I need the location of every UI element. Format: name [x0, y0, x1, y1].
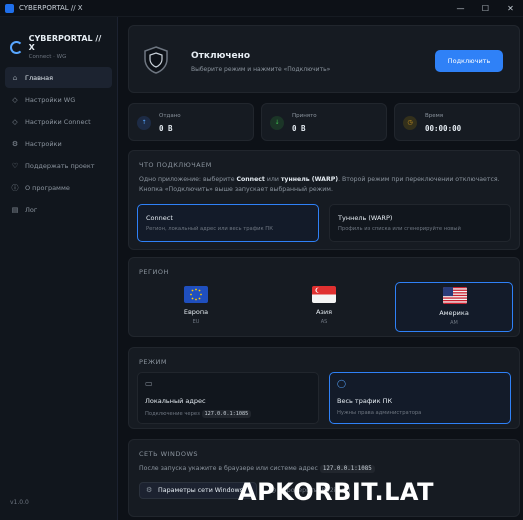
- option-connect[interactable]: Connect Регион, локальный адрес или весь…: [137, 204, 319, 242]
- us-flag-icon: [443, 287, 467, 304]
- nav-item-settings[interactable]: ⚙ Настройки: [5, 133, 112, 154]
- doc-icon: ▤: [11, 205, 19, 214]
- nav-item-label: Настройки: [25, 139, 62, 148]
- mode-local-address[interactable]: ▭ Локальный адрес Подключение через 127.…: [137, 372, 319, 424]
- main-content: Отключено Выберите режим и нажмите «Подк…: [118, 17, 523, 520]
- option-subtitle: Регион, локальный адрес или весь трафик …: [146, 226, 273, 232]
- maximize-button[interactable]: ☐: [473, 0, 498, 17]
- nav-item-wg-settings[interactable]: ◇ Настройки WG: [5, 89, 112, 110]
- heart-icon: ♡: [11, 161, 19, 170]
- nav-item-about[interactable]: ⓘ О программе: [5, 177, 112, 198]
- window-title: CYBERPORTAL // X: [19, 4, 83, 12]
- connect-section: ЧТО ПОДКЛЮЧАЕМ Одно приложение: выберите…: [128, 150, 520, 250]
- region-asia[interactable]: Азия AS: [265, 282, 383, 332]
- shield-icon: ◇: [12, 117, 18, 126]
- section-title: ЧТО ПОДКЛЮЧАЕМ: [139, 161, 212, 169]
- region-america[interactable]: Америка AM: [395, 282, 513, 332]
- option-title: Connect: [146, 214, 173, 222]
- option-title: Туннель (WARP): [338, 214, 393, 222]
- nav-item-label: Настройки WG: [25, 95, 76, 104]
- nav-item-label: О программе: [25, 183, 70, 192]
- status-subtitle: Выберите режим и нажмите «Подключить»: [191, 66, 331, 73]
- nav-item-connect-settings[interactable]: ◇ Настройки Connect: [5, 111, 112, 132]
- home-icon: ⌂: [12, 73, 18, 82]
- region-code: AS: [320, 319, 328, 325]
- shield-icon: ◇: [12, 95, 18, 104]
- nav-item-label: Главная: [25, 73, 54, 82]
- nav-item-label: Настройки Connect: [25, 117, 91, 126]
- sidebar: CYBERPORTAL // X Connect · WG ⌂ Главная …: [0, 17, 118, 520]
- upload-icon: ↑: [137, 116, 151, 130]
- region-europe[interactable]: Европа EU: [137, 282, 255, 332]
- stat-sent: ↑ Отдано 0 B: [128, 103, 254, 141]
- section-description: Одно приложение: выберите Connect или ту…: [139, 176, 500, 193]
- proxy-address-code: 127.0.0.1:1085: [319, 465, 375, 473]
- brand-subtitle: Connect · WG: [28, 54, 67, 60]
- stat-time: ◷ Время 00:00:00: [394, 103, 520, 141]
- gear-icon: ⚙: [146, 486, 153, 494]
- stat-value: 00:00:00: [425, 124, 462, 133]
- option-tunnel-warp[interactable]: Туннель (WARP) Профиль из списка или сге…: [329, 204, 511, 242]
- status-card: Отключено Выберите режим и нажмите «Подк…: [128, 25, 520, 93]
- nav-item-label: Поддержать проект: [25, 161, 95, 170]
- close-button[interactable]: ✕: [498, 0, 523, 17]
- monitor-icon: ▭: [145, 379, 153, 388]
- section-title: СЕТЬ WINDOWS: [139, 450, 199, 458]
- mode-section: РЕЖИМ ▭ Локальный адрес Подключение чере…: [128, 347, 520, 429]
- region-code: AM: [450, 320, 458, 326]
- region-code: EU: [192, 319, 200, 325]
- local-address-code: 127.0.0.1:1085: [201, 410, 252, 418]
- connect-button[interactable]: Подключить: [435, 50, 503, 72]
- mode-title: Локальный адрес: [145, 397, 206, 405]
- section-title: РЕЖИМ: [139, 358, 167, 366]
- info-icon: ⓘ: [11, 183, 19, 192]
- brand-name: CYBERPORTAL // X: [28, 34, 102, 52]
- mode-all-traffic[interactable]: ◯ Весь трафик ПК Нужны права администрат…: [329, 372, 511, 424]
- eu-flag-icon: [184, 286, 208, 303]
- shield-icon: [144, 46, 168, 74]
- shield-icon: ◯: [337, 379, 346, 388]
- option-subtitle: Профиль из списка или сгенерируйте новый: [338, 226, 461, 232]
- sg-flag-icon: [312, 286, 336, 303]
- version-label: v1.0.0: [10, 499, 29, 506]
- region-name: Америка: [439, 309, 469, 317]
- mode-subtitle: Подключение через 127.0.0.1:1085: [145, 410, 252, 418]
- nav: ⌂ Главная ◇ Настройки WG ◇ Настройки Con…: [0, 67, 117, 220]
- nav-item-support[interactable]: ♡ Поддержать проект: [5, 155, 112, 176]
- windows-instruction: После запуска укажите в браузере или сис…: [139, 465, 375, 473]
- stat-value: 0 B: [159, 124, 173, 133]
- stat-received: ↓ Принято 0 B: [261, 103, 387, 141]
- brand: CYBERPORTAL // X Connect · WG: [0, 17, 117, 65]
- status-title: Отключено: [191, 51, 251, 61]
- stat-label: Время: [425, 113, 444, 119]
- clock-icon: ◷: [403, 116, 417, 130]
- app-icon: [5, 3, 14, 13]
- stat-label: Принято: [292, 113, 317, 119]
- mode-subtitle: Нужны права администратора: [337, 410, 422, 416]
- mode-title: Весь трафик ПК: [337, 397, 393, 405]
- minimize-button[interactable]: —: [448, 0, 473, 17]
- stat-label: Отдано: [159, 113, 181, 119]
- region-name: Европа: [183, 308, 209, 316]
- section-title: РЕГИОН: [139, 268, 169, 276]
- gear-icon: ⚙: [11, 139, 19, 148]
- nav-item-log[interactable]: ▤ Лог: [5, 199, 112, 220]
- nav-item-home[interactable]: ⌂ Главная: [5, 67, 112, 88]
- nav-item-label: Лог: [25, 205, 38, 214]
- stat-value: 0 B: [292, 124, 306, 133]
- watermark: APKORBIT.LAT: [238, 478, 435, 506]
- region-section: РЕГИОН Европа EU Азия AS Америка AM: [128, 257, 520, 337]
- logo-icon: [10, 40, 23, 54]
- title-bar: CYBERPORTAL // X — ☐ ✕: [0, 0, 523, 17]
- download-icon: ↓: [270, 116, 284, 130]
- region-name: Азия: [315, 308, 333, 316]
